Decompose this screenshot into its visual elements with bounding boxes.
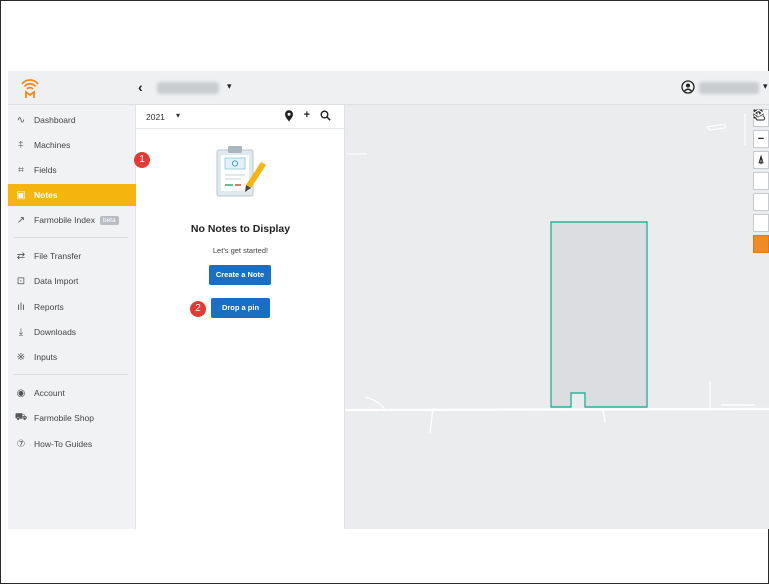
sidebar-item-label: Data Import — [34, 276, 79, 286]
map-pin-icon[interactable] — [284, 110, 294, 122]
user-name[interactable] — [699, 82, 759, 94]
layers-icon — [753, 109, 764, 120]
drop-pin-button[interactable]: Drop a pin — [211, 298, 270, 318]
weather-button[interactable] — [753, 109, 769, 232]
step-badge-1: 1 — [134, 152, 150, 168]
transfer-icon: ⇄ — [16, 250, 26, 262]
sidebar-divider — [14, 237, 128, 238]
sidebar-item-data-import[interactable]: ⊡ Data Import — [8, 270, 136, 292]
farm-caret-icon[interactable]: ▾ — [227, 81, 232, 92]
reports-icon: ılı — [17, 301, 25, 313]
account-icon: ◉ — [16, 387, 26, 399]
zoom-out-button[interactable]: − — [753, 130, 769, 148]
cart-icon: ⛟ — [14, 411, 28, 423]
sidebar-item-label: Dashboard — [34, 115, 76, 125]
user-account-icon[interactable] — [681, 80, 695, 94]
sidebar-item-label: Farmobile Index — [34, 215, 95, 225]
globe-button[interactable] — [753, 109, 769, 211]
back-button[interactable]: ‹ — [138, 79, 143, 95]
field-boundary[interactable] — [550, 221, 648, 408]
download-icon: ⤓ — [18, 326, 24, 338]
sidebar-item-label: How-To Guides — [34, 439, 93, 449]
machine-icon: ⍏ — [18, 139, 24, 151]
search-icon[interactable] — [320, 110, 331, 121]
notes-panel-header: 2021 ▾ + — [136, 105, 345, 129]
sidebar-item-label: Downloads — [34, 327, 77, 337]
chevron-down-icon[interactable]: ▾ — [176, 111, 180, 120]
road-line — [345, 407, 769, 412]
farm-selector[interactable] — [157, 82, 219, 94]
sidebar-item-label: Inputs — [34, 352, 58, 362]
sidebar-item-label: Fields — [34, 165, 57, 175]
road-line — [705, 123, 726, 131]
road-line — [364, 396, 386, 411]
sidebar-item-farmobile-index[interactable]: ↗ Farmobile Index beta — [8, 209, 136, 231]
user-caret-icon[interactable]: ▾ — [763, 81, 768, 92]
sidebar-item-label: Notes — [34, 190, 58, 200]
step-badge-2: 2 — [190, 301, 206, 317]
year-select[interactable]: 2021 — [146, 112, 165, 122]
empty-state-title: No Notes to Display — [190, 223, 291, 235]
farmobile-logo-icon[interactable] — [19, 77, 41, 99]
sidebar-item-farmobile-shop[interactable]: ⛟ Farmobile Shop — [8, 407, 136, 429]
sidebar-item-label: Farmobile Shop — [34, 413, 95, 423]
notes-panel: 2021 ▾ + No Notes to Display Let's get s… — [136, 105, 345, 529]
create-note-button[interactable]: Create a Note — [209, 265, 271, 285]
sidebar-item-file-transfer[interactable]: ⇄ File Transfer — [8, 245, 136, 267]
sidebar-item-reports[interactable]: ılı Reports — [8, 296, 136, 318]
top-bar: ‹ ▾ ▾ — [8, 71, 769, 105]
compass-button[interactable]: ⍋ — [753, 151, 769, 169]
sidebar-item-label: Machines — [34, 140, 71, 150]
road-line — [429, 407, 434, 434]
inputs-icon: ※ — [16, 351, 26, 363]
field-icon: ⌗ — [18, 164, 24, 176]
help-icon: ⑦ — [16, 438, 26, 450]
road-line — [602, 408, 606, 424]
sidebar-item-notes[interactable]: ▣ Notes — [8, 184, 136, 206]
sidebar: ∿ Dashboard ⍏ Machines ⌗ Fields ▣ Notes … — [8, 105, 136, 529]
sidebar-item-downloads[interactable]: ⤓ Downloads — [8, 321, 136, 343]
empty-state-subtitle: Let's get started! — [212, 246, 269, 255]
add-note-icon[interactable]: + — [304, 109, 310, 122]
sidebar-item-label: Reports — [34, 302, 64, 312]
sidebar-item-label: File Transfer — [34, 251, 82, 261]
sidebar-item-label: Account — [34, 388, 65, 398]
trend-icon: ↗ — [16, 214, 26, 226]
clipboard-illustration-icon — [216, 146, 266, 197]
sidebar-item-account[interactable]: ◉ Account — [8, 382, 136, 404]
sidebar-item-inputs[interactable]: ※ Inputs — [8, 346, 136, 368]
app-window: ‹ ▾ ▾ ∿ Dashboard ⍏ Machines ⌗ Fields ▣ … — [8, 71, 769, 529]
sidebar-item-fields[interactable]: ⌗ Fields — [8, 159, 136, 181]
pulse-icon: ∿ — [16, 114, 26, 126]
fullscreen-button[interactable] — [753, 109, 769, 190]
sidebar-divider — [14, 374, 128, 375]
map-controls: + − ⍋ — [753, 109, 769, 256]
notes-toolbar: + — [284, 109, 331, 122]
map-view[interactable]: + − ⍋ — [345, 105, 769, 529]
beta-badge: beta — [99, 215, 119, 225]
layers-button[interactable] — [753, 109, 769, 253]
sidebar-item-dashboard[interactable]: ∿ Dashboard — [8, 109, 136, 131]
map-canvas[interactable] — [345, 105, 769, 529]
sidebar-item-machines[interactable]: ⍏ Machines — [8, 134, 136, 156]
notes-icon: ▣ — [16, 189, 26, 201]
sidebar-item-how-to-guides[interactable]: ⑦ How-To Guides — [8, 433, 136, 455]
import-icon: ⊡ — [16, 275, 26, 287]
